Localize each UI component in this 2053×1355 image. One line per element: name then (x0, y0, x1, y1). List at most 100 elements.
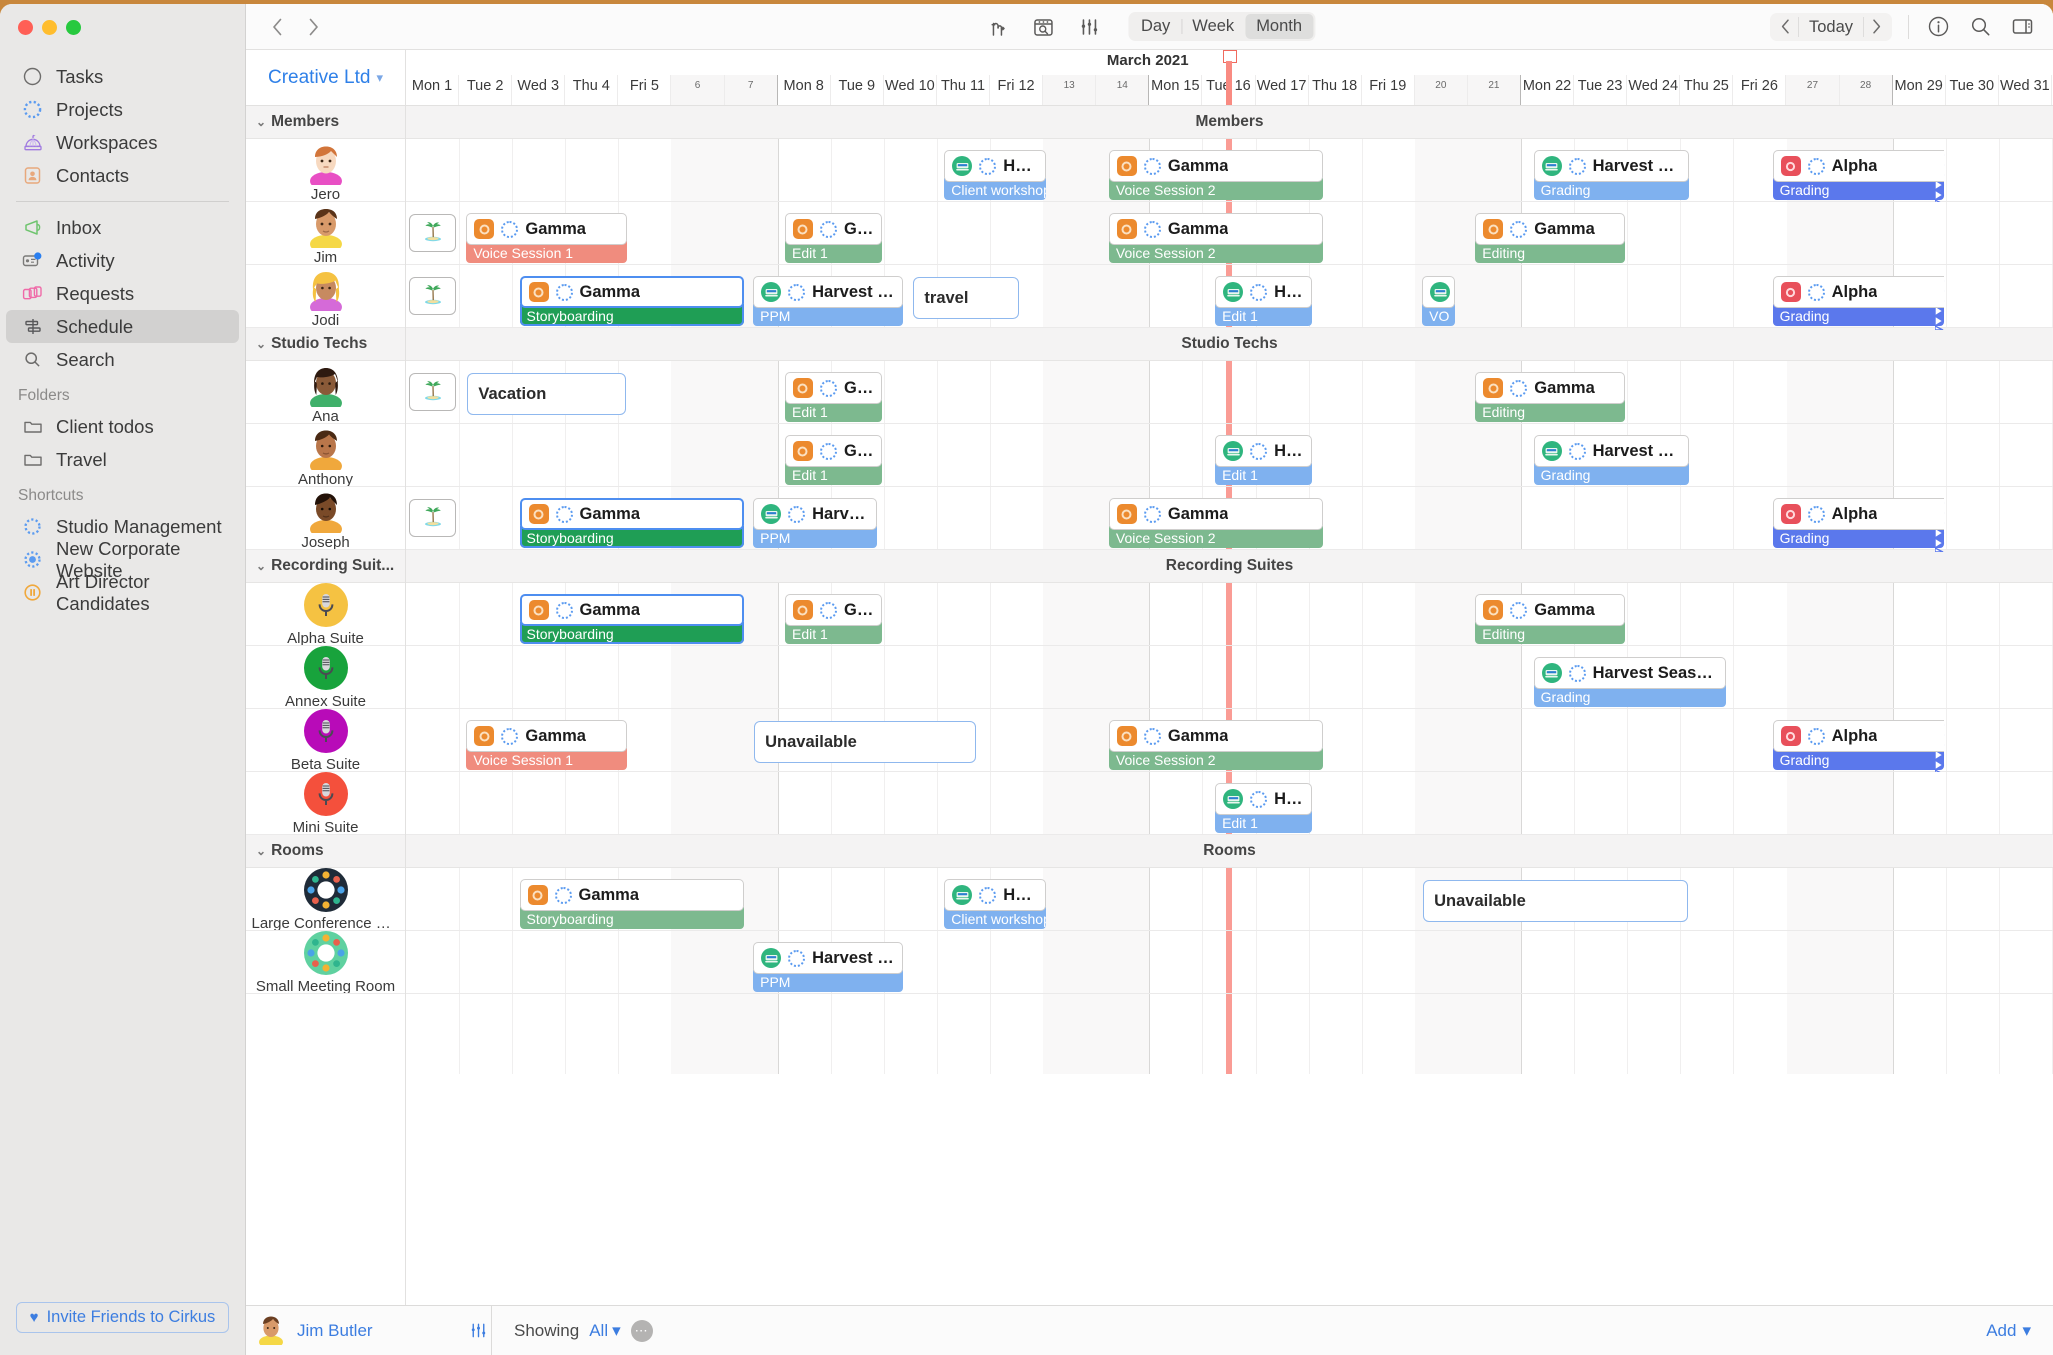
group-header-recording-suit[interactable]: ⌄ Recording Suit... (246, 550, 405, 583)
event-title-bar[interactable]: Harvest Season 1 (753, 942, 904, 974)
timeline-row[interactable]: Harves... Edit 1 (406, 772, 2053, 835)
schedule-event[interactable]: Alpha Grading (1772, 274, 1945, 331)
timeline-row[interactable]: Gamma Storyboarding Gamma Edit 1 Gamma Editin… (406, 583, 2053, 646)
day-header-cell[interactable]: Wed 24 (1627, 75, 1681, 105)
event-title-bar[interactable]: Alpha (1772, 720, 1944, 752)
sidebar-item-workspaces[interactable]: Workspaces (6, 126, 239, 159)
timeline-row[interactable]: Vacation Gamma Edit 1 Gamma Editing (406, 361, 2053, 424)
event-title-bar[interactable]: Gamma (1475, 372, 1626, 404)
event-title-bar[interactable]: Alpha (1772, 150, 1944, 182)
sidebar-item-art-director-candidates[interactable]: Art Director Candidates (6, 571, 239, 614)
schedule-event[interactable]: Alpha Grading (1772, 496, 1945, 553)
day-header-cell[interactable]: Mon 15 (1149, 75, 1203, 105)
group-header-members[interactable]: ⌄ Members (246, 106, 405, 139)
day-header-cell[interactable]: Tue 23 (1574, 75, 1628, 105)
maximize-window-button[interactable] (66, 19, 81, 35)
unavailable-block[interactable]: Vacation (467, 373, 626, 415)
event-title-bar[interactable]: Gamma (784, 435, 882, 467)
resource-cell[interactable]: Beta Suite (246, 709, 405, 772)
schedule-event[interactable]: Gamma Storyboarding (519, 594, 744, 644)
showing-value-dropdown[interactable]: All ▾ (589, 1321, 620, 1341)
event-title-bar[interactable]: Gamma (466, 720, 627, 752)
resource-cell[interactable]: Joseph (246, 487, 405, 550)
schedule-event[interactable]: Harves... Edit 1 (1215, 783, 1312, 833)
nav-forward-button[interactable] (300, 14, 326, 40)
sidebar-toggle-icon[interactable] (2009, 14, 2035, 40)
event-title-bar[interactable]: Harvest Season 1 (1533, 435, 1689, 467)
sidebar-item-projects[interactable]: Projects (6, 93, 239, 126)
sidebar-item-requests[interactable]: Requests (6, 277, 239, 310)
schedule-event[interactable]: Harvest Season 1 PPM (753, 942, 904, 992)
schedule-event[interactable]: Gamma Voice Session 1 (466, 720, 627, 770)
view-mode-day[interactable]: Day (1130, 14, 1181, 39)
today-button[interactable]: Today (1797, 16, 1864, 37)
schedule-event[interactable]: Harves... Client workshop (944, 150, 1047, 200)
schedule-event[interactable]: Harves... Client workshop (944, 879, 1047, 929)
event-title-bar[interactable]: I (1422, 276, 1456, 308)
unavailable-block[interactable]: Unavailable (1423, 880, 1688, 922)
event-title-bar[interactable]: Gamma (784, 594, 882, 626)
timeline-row[interactable]: Harves... Client workshop Gamma Voice Sessi… (406, 139, 2053, 205)
day-header-cell[interactable]: Fri 5 (618, 75, 672, 105)
calendar-search-icon[interactable] (1030, 14, 1056, 40)
day-header-cell[interactable]: Thu 18 (1309, 75, 1362, 105)
event-title-bar[interactable]: Harves... (1215, 435, 1312, 467)
schedule-event[interactable]: Gamma Edit 1 (784, 372, 882, 422)
next-period-button[interactable] (1864, 15, 1888, 39)
schedule-event[interactable]: Gamma Voice Session 2 (1108, 150, 1323, 200)
schedule-event[interactable]: Gamma Editing (1475, 213, 1626, 263)
timeline-row[interactable]: Harvest Season 1 Grading (406, 646, 2053, 709)
event-title-bar[interactable]: Gamma (1108, 720, 1323, 752)
add-button[interactable]: Add ▾ (1986, 1321, 2053, 1341)
event-title-bar[interactable]: Gamma (1108, 150, 1323, 182)
sidebar-item-tasks[interactable]: Tasks (6, 60, 239, 93)
schedule-event[interactable]: Alpha Grading (1772, 148, 1945, 205)
day-header-cell[interactable]: Thu 11 (937, 75, 991, 105)
group-header-studio-techs[interactable]: ⌄ Studio Techs (246, 328, 405, 361)
event-title-bar[interactable]: Gamma (1475, 213, 1626, 245)
event-title-bar[interactable]: Harvest Season 1 (1533, 657, 1727, 689)
schedule-event[interactable]: Gamma Editing (1475, 372, 1626, 422)
day-header-cell[interactable]: 6 (671, 75, 725, 105)
event-title-bar[interactable]: Alpha (1772, 276, 1944, 308)
timeline-row[interactable]: Harvest Season 1 PPM (406, 931, 2053, 994)
day-header-cell[interactable]: 14 (1096, 75, 1150, 105)
resource-cell[interactable]: Large Conference Ro... (246, 868, 405, 931)
event-title-bar[interactable]: Gamma (1475, 594, 1626, 626)
timeline-row[interactable]: travel Gamma Storyboarding Harvest Season 1… (406, 265, 2053, 331)
timeline-row[interactable]: Gamma Edit 1 Harves... Edit 1 Harvest Season… (406, 424, 2053, 487)
event-title-bar[interactable]: Harvest Season 1 (1533, 150, 1689, 182)
day-header-cell[interactable]: 28 (1839, 75, 1893, 105)
day-header-cell[interactable]: Tue 9 (831, 75, 884, 105)
resource-cell[interactable]: Alpha Suite (246, 583, 405, 646)
day-header-cell[interactable]: Wed 10 (884, 75, 937, 105)
schedule-event[interactable]: Gamma Storyboarding (519, 276, 744, 326)
timeline-row[interactable]: Gamma Storyboarding Harvest Season 1 PPM Gam… (406, 487, 2053, 553)
sidebar-item-travel[interactable]: Travel (6, 443, 239, 476)
event-title-bar[interactable]: Harves... (1215, 783, 1312, 815)
event-title-bar[interactable]: Harves... (1215, 276, 1312, 308)
schedule-event[interactable]: Gamma Edit 1 (784, 435, 882, 485)
nav-back-button[interactable] (264, 14, 290, 40)
timeline-lanes[interactable]: Members Harves... Client workshop Gamma Voic… (406, 106, 2053, 1305)
timeline-row[interactable]: Gamma Voice Session 1 Gamma Edit 1 Gamma Voic… (406, 202, 2053, 265)
event-title-bar[interactable]: Gamma (1108, 498, 1323, 530)
resource-cell[interactable]: Jodi (246, 265, 405, 328)
resource-cell[interactable]: Jero (246, 139, 405, 202)
event-title-bar[interactable]: Gamma (519, 276, 744, 308)
prev-period-button[interactable] (1774, 15, 1798, 39)
day-header-cell[interactable]: 27 (1786, 75, 1840, 105)
unavailable-block[interactable]: travel (913, 277, 1019, 319)
vacation-marker[interactable] (409, 499, 457, 537)
vacation-marker[interactable] (409, 277, 457, 315)
info-icon[interactable] (1925, 14, 1951, 40)
event-title-bar[interactable]: Gamma (784, 213, 882, 245)
filter-sliders-icon[interactable] (1076, 14, 1102, 40)
day-header-cell[interactable]: Thu 25 (1680, 75, 1734, 105)
schedule-event[interactable]: Harvest Season 1Grading (1533, 657, 1727, 707)
organization-selector[interactable]: Creative Ltd ▾ (246, 50, 406, 105)
event-title-bar[interactable]: Harvest Season 1 (753, 498, 877, 530)
day-header-cell[interactable]: Mon 8 (778, 75, 831, 105)
event-title-bar[interactable]: Harves... (944, 150, 1047, 182)
resource-cell[interactable]: Ana (246, 361, 405, 424)
